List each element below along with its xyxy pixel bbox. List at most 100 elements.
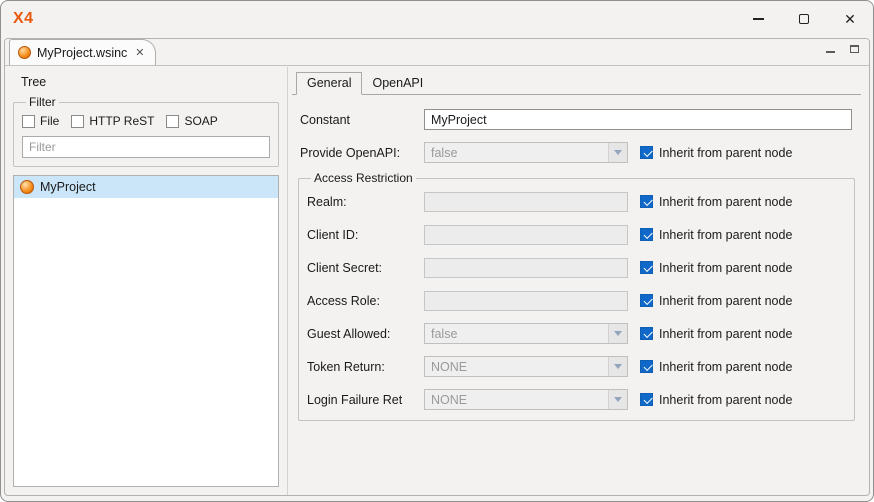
- http-rest-checkbox-label: HTTP ReST: [89, 114, 154, 128]
- wsinc-file-icon: [18, 46, 31, 59]
- provide-openapi-label: Provide OpenAPI:: [300, 146, 424, 160]
- provide-openapi-select[interactable]: false: [424, 142, 628, 163]
- token-return-value: NONE: [425, 360, 608, 374]
- inherit-checkbox[interactable]: [640, 228, 653, 241]
- properties-tab-bar: General OpenAPI: [292, 71, 861, 95]
- guest-allowed-inherit[interactable]: Inherit from parent node: [640, 327, 792, 341]
- minimize-view-button[interactable]: [823, 43, 837, 55]
- inherit-label: Inherit from parent node: [659, 228, 792, 242]
- login-failure-row: Login Failure Ret NONE Inherit from pare…: [307, 383, 846, 416]
- client-id-label: Client ID:: [307, 228, 424, 242]
- inherit-checkbox[interactable]: [640, 294, 653, 307]
- editor-tab-label: MyProject.wsinc: [37, 46, 127, 60]
- provide-openapi-inherit[interactable]: Inherit from parent node: [640, 146, 792, 160]
- file-checkbox-label: File: [40, 114, 59, 128]
- app-window: X4 ✕ MyProject.wsinc ✕ Tree Fi: [0, 0, 874, 502]
- minimize-view-icon: [826, 51, 835, 53]
- http-rest-checkbox[interactable]: [71, 115, 84, 128]
- filter-input[interactable]: [22, 136, 270, 158]
- maximize-view-icon: [850, 45, 859, 53]
- window-controls: ✕: [735, 1, 873, 37]
- inherit-checkbox[interactable]: [640, 327, 653, 340]
- guest-allowed-value: false: [425, 327, 608, 341]
- realm-input[interactable]: [424, 192, 628, 212]
- realm-inherit[interactable]: Inherit from parent node: [640, 195, 792, 209]
- access-restriction-group: Access Restriction Realm: Inherit from p…: [298, 171, 855, 421]
- filter-checkbox-http-rest[interactable]: HTTP ReST: [71, 114, 154, 128]
- provide-openapi-row: Provide OpenAPI: false Inherit from pare…: [300, 136, 855, 169]
- inherit-checkbox[interactable]: [640, 360, 653, 373]
- inherit-checkbox[interactable]: [640, 195, 653, 208]
- access-role-row: Access Role: Inherit from parent node: [307, 284, 846, 317]
- client-id-input[interactable]: [424, 225, 628, 245]
- access-role-input[interactable]: [424, 291, 628, 311]
- login-failure-value: NONE: [425, 393, 608, 407]
- tree-panel-title: Tree: [21, 75, 279, 89]
- inherit-label: Inherit from parent node: [659, 393, 792, 407]
- inherit-checkbox[interactable]: [640, 261, 653, 274]
- token-return-select[interactable]: NONE: [424, 356, 628, 377]
- tab-close-icon[interactable]: ✕: [135, 46, 144, 59]
- close-icon: ✕: [844, 11, 856, 28]
- inherit-label: Inherit from parent node: [659, 294, 792, 308]
- client-secret-inherit[interactable]: Inherit from parent node: [640, 261, 792, 275]
- editor-content: Tree Filter File HTTP ReST: [5, 67, 869, 495]
- client-secret-row: Client Secret: Inherit from parent node: [307, 251, 846, 284]
- realm-label: Realm:: [307, 195, 424, 209]
- constant-label: Constant: [300, 113, 424, 127]
- provide-openapi-value: false: [425, 146, 608, 160]
- token-return-label: Token Return:: [307, 360, 424, 374]
- maximize-view-button[interactable]: [847, 43, 861, 55]
- inherit-checkbox[interactable]: [640, 393, 653, 406]
- tab-openapi[interactable]: OpenAPI: [362, 73, 433, 94]
- general-form: Constant Provide OpenAPI: false Inherit …: [292, 95, 861, 487]
- guest-allowed-label: Guest Allowed:: [307, 327, 424, 341]
- token-return-row: Token Return: NONE Inherit from parent n…: [307, 350, 846, 383]
- maximize-button[interactable]: [781, 1, 827, 37]
- tab-general[interactable]: General: [296, 72, 362, 95]
- inherit-label: Inherit from parent node: [659, 195, 792, 209]
- tree-item-label: MyProject: [40, 180, 96, 194]
- project-icon: [20, 180, 34, 194]
- client-secret-input[interactable]: [424, 258, 628, 278]
- inherit-label: Inherit from parent node: [659, 146, 792, 160]
- editor-area: MyProject.wsinc ✕ Tree Filter File: [4, 38, 870, 496]
- constant-input[interactable]: [424, 109, 852, 130]
- login-failure-select[interactable]: NONE: [424, 389, 628, 410]
- inherit-label: Inherit from parent node: [659, 327, 792, 341]
- filter-group-title: Filter: [26, 95, 59, 109]
- inherit-checkbox[interactable]: [640, 146, 653, 159]
- close-button[interactable]: ✕: [827, 1, 873, 37]
- file-checkbox[interactable]: [22, 115, 35, 128]
- soap-checkbox[interactable]: [166, 115, 179, 128]
- filter-checkbox-soap[interactable]: SOAP: [166, 114, 217, 128]
- filter-group: Filter File HTTP ReST SOAP: [13, 95, 279, 167]
- editor-tab-bar: MyProject.wsinc ✕: [5, 39, 869, 66]
- minimize-button[interactable]: [735, 1, 781, 37]
- token-return-inherit[interactable]: Inherit from parent node: [640, 360, 792, 374]
- editor-tab-myproject[interactable]: MyProject.wsinc ✕: [9, 39, 156, 65]
- client-id-inherit[interactable]: Inherit from parent node: [640, 228, 792, 242]
- maximize-icon: [799, 14, 809, 24]
- client-id-row: Client ID: Inherit from parent node: [307, 218, 846, 251]
- login-failure-label: Login Failure Ret: [307, 393, 424, 407]
- chevron-down-icon: [608, 390, 627, 409]
- client-secret-label: Client Secret:: [307, 261, 424, 275]
- guest-allowed-select[interactable]: false: [424, 323, 628, 344]
- access-role-inherit[interactable]: Inherit from parent node: [640, 294, 792, 308]
- view-controls: [823, 43, 861, 55]
- x4-logo: X4: [13, 10, 34, 28]
- soap-checkbox-label: SOAP: [184, 114, 217, 128]
- inherit-label: Inherit from parent node: [659, 360, 792, 374]
- access-role-label: Access Role:: [307, 294, 424, 308]
- chevron-down-icon: [608, 357, 627, 376]
- tree-panel: Tree Filter File HTTP ReST: [5, 67, 287, 495]
- title-bar: X4 ✕: [1, 1, 873, 37]
- inherit-label: Inherit from parent node: [659, 261, 792, 275]
- filter-checkbox-file[interactable]: File: [22, 114, 59, 128]
- login-failure-inherit[interactable]: Inherit from parent node: [640, 393, 792, 407]
- chevron-down-icon: [608, 143, 627, 162]
- constant-row: Constant: [300, 103, 855, 136]
- guest-allowed-row: Guest Allowed: false Inherit from parent…: [307, 317, 846, 350]
- tree-item-myproject[interactable]: MyProject: [14, 176, 278, 198]
